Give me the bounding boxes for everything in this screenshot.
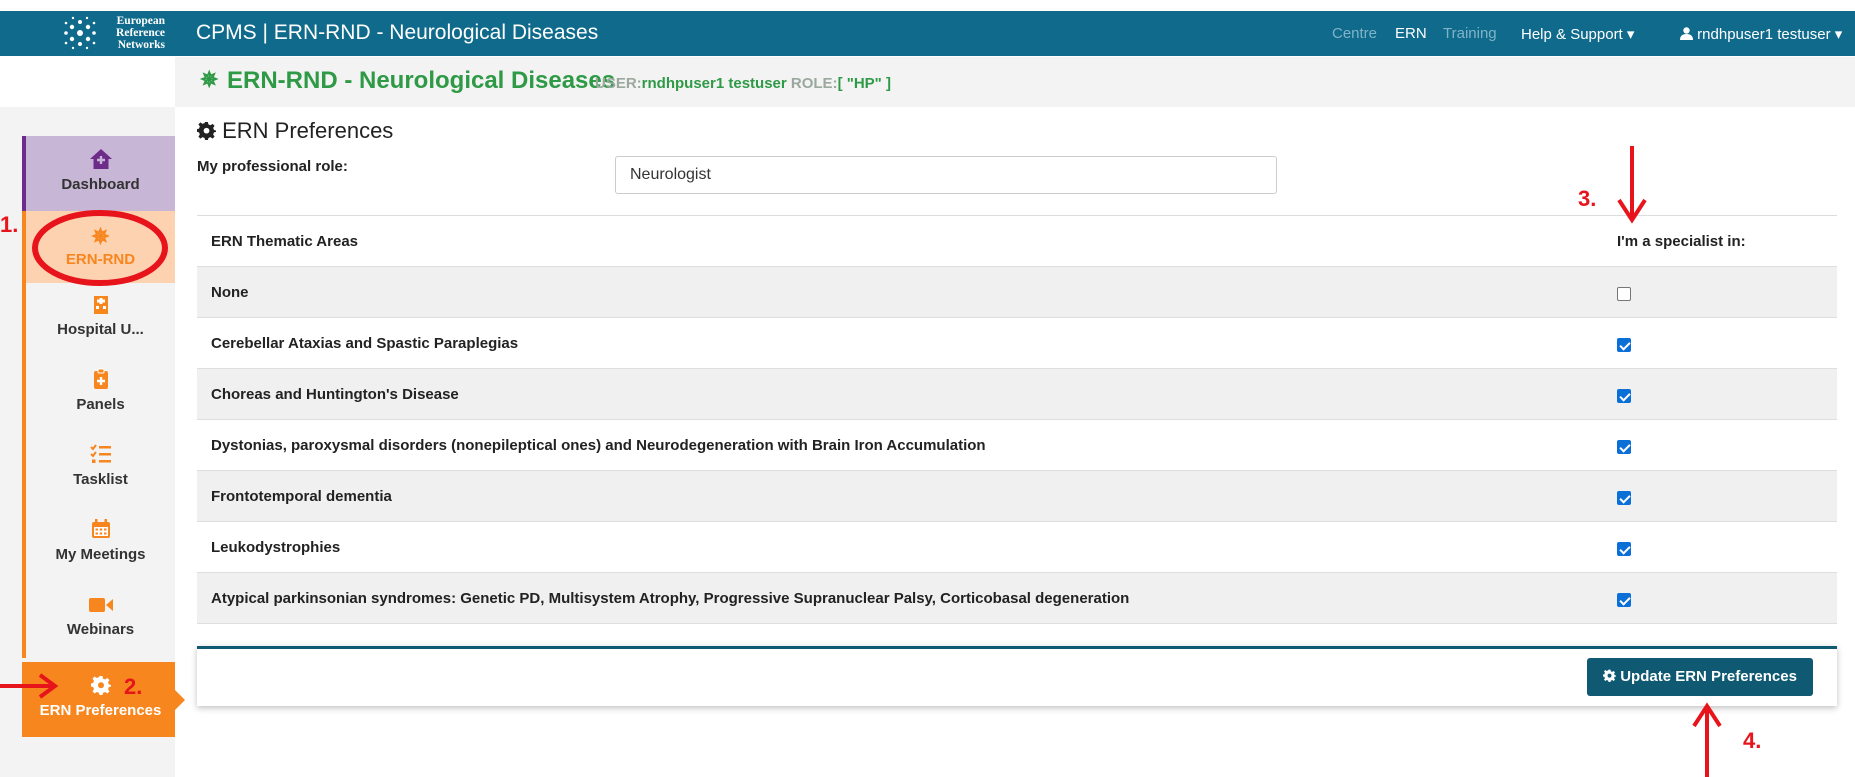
specialist-checkbox[interactable]: [1617, 287, 1631, 301]
sidebar-label-panels: Panels: [76, 396, 125, 413]
video-icon: [26, 593, 175, 621]
home-icon: [26, 148, 175, 176]
hospital-icon: [26, 293, 175, 321]
sidebar-item-dashboard[interactable]: Dashboard: [22, 136, 175, 211]
area-name: None: [211, 284, 249, 301]
table-row: None: [197, 267, 1837, 318]
update-preferences-button[interactable]: Update ERN Preferences: [1587, 658, 1813, 696]
area-name: Dystonias, paroxysmal disorders (nonepil…: [211, 437, 986, 454]
thematic-areas-table: ERN Thematic Areas I'm a specialist in: …: [197, 216, 1837, 624]
annotation-step-2: 2.: [124, 674, 143, 699]
sidebar-label-ern-rnd: ERN-RND: [65, 251, 136, 268]
network-title: ERN-RND - Neurological Diseases: [227, 67, 616, 94]
update-button-label: Update ERN Preferences: [1620, 668, 1797, 685]
gear-icon: [26, 674, 175, 702]
sidebar-label-my-meetings: My Meetings: [55, 546, 146, 563]
clipboard-icon: [26, 368, 175, 396]
area-name: Cerebellar Ataxias and Spastic Paraplegi…: [211, 335, 519, 352]
user-label: USER:: [595, 75, 642, 92]
gear-icon: [1603, 669, 1617, 682]
annotation-step-1: 1.: [0, 212, 19, 237]
logo-line-2: Reference: [116, 27, 165, 39]
area-name: Leukodystrophies: [211, 539, 341, 556]
column-header-specialist: I'm a specialist in:: [1617, 233, 1746, 250]
gear-icon: [197, 121, 216, 140]
logo-text: European Reference Networks: [105, 15, 165, 51]
top-navbar: European Reference Networks CPMS | ERN-R…: [0, 11, 1855, 56]
help-support-menu[interactable]: Help & Support ▾: [1521, 25, 1634, 43]
specialist-checkbox[interactable]: [1617, 389, 1631, 403]
user-value: rndhpuser1 testuser: [641, 75, 787, 92]
nav-ern[interactable]: ERN: [1395, 25, 1427, 42]
calendar-icon: [26, 518, 175, 546]
table-row: Frontotemporal dementia: [197, 471, 1837, 522]
annotation-step-4: 4.: [1743, 728, 1762, 753]
sidebar-item-webinars[interactable]: Webinars: [22, 583, 175, 658]
sidebar-item-hospital-units[interactable]: Hospital U...: [22, 283, 175, 358]
sidebar-label-hospital-units: Hospital U...: [57, 321, 144, 338]
network-icon: ✵: [200, 67, 219, 92]
app-title: CPMS | ERN-RND - Neurological Diseases: [196, 21, 599, 44]
column-header-areas: ERN Thematic Areas: [211, 233, 358, 250]
table-row: Leukodystrophies: [197, 522, 1837, 573]
logo-line-3: Networks: [117, 39, 165, 51]
sidebar-item-my-meetings[interactable]: My Meetings: [22, 508, 175, 583]
page-title-text: ERN Preferences: [222, 118, 394, 143]
sidebar-label-tasklist: Tasklist: [73, 471, 128, 488]
form-actions-panel: Update ERN Preferences: [197, 646, 1837, 706]
sidebar-label-ern-preferences: ERN Preferences: [39, 702, 162, 719]
sidebar-item-ern-rnd[interactable]: ✵ ERN-RND: [22, 211, 175, 283]
page-title: ERN Preferences: [197, 118, 393, 144]
user-icon: [1680, 27, 1693, 40]
sidebar-item-panels[interactable]: Panels: [22, 358, 175, 433]
user-name: rndhpuser1 testuser ▾: [1697, 26, 1843, 43]
table-row: Cerebellar Ataxias and Spastic Paraplegi…: [197, 318, 1837, 369]
area-name: Choreas and Huntington's Disease: [211, 386, 459, 403]
specialist-checkbox[interactable]: [1617, 593, 1631, 607]
sidebar-label-webinars: Webinars: [66, 621, 135, 638]
annotation-arrow-4: [1692, 702, 1722, 777]
table-row: Atypical parkinsonian syndromes: Genetic…: [197, 573, 1837, 624]
tasklist-icon: [26, 443, 175, 471]
sidebar-item-tasklist[interactable]: Tasklist: [22, 433, 175, 508]
role-label: ROLE:: [790, 75, 838, 92]
specialist-checkbox[interactable]: [1617, 338, 1631, 352]
sidebar-item-ern-preferences[interactable]: ERN Preferences: [22, 662, 185, 737]
professional-role-input[interactable]: [615, 156, 1277, 194]
sidebar: Dashboard ✵ ERN-RND Hospital U... Panels…: [22, 136, 185, 737]
user-menu[interactable]: rndhpuser1 testuser ▾: [1680, 25, 1842, 43]
nav-centre[interactable]: Centre: [1332, 25, 1377, 42]
annotation-arrow-3: [1617, 146, 1647, 224]
annotation-step-3: 3.: [1578, 186, 1597, 211]
professional-role-label: My professional role:: [197, 158, 348, 175]
active-indicator: [175, 690, 185, 710]
table-row: Choreas and Huntington's Disease: [197, 369, 1837, 420]
specialist-checkbox[interactable]: [1617, 542, 1631, 556]
table-row: Dystonias, paroxysmal disorders (nonepil…: [197, 420, 1837, 471]
area-name: Frontotemporal dementia: [211, 488, 392, 505]
sidebar-label-dashboard: Dashboard: [61, 176, 140, 193]
logo-line-1: European: [116, 15, 165, 27]
table-header-row: ERN Thematic Areas I'm a specialist in:: [197, 216, 1837, 267]
user-role-info: USER:rndhpuser1 testuser ROLE:[ "HP" ]: [595, 75, 891, 92]
network-header: ✵ ERN-RND - Neurological Diseases USER:r…: [175, 57, 1855, 107]
nav-training[interactable]: Training: [1443, 25, 1497, 42]
ern-logo[interactable]: European Reference Networks: [60, 13, 168, 53]
logo-dots-icon: [64, 16, 96, 50]
specialist-checkbox[interactable]: [1617, 491, 1631, 505]
specialist-checkbox[interactable]: [1617, 440, 1631, 454]
role-value: [ "HP" ]: [837, 75, 891, 92]
area-name: Atypical parkinsonian syndromes: Genetic…: [211, 590, 1130, 607]
network-icon: ✵: [91, 224, 110, 249]
